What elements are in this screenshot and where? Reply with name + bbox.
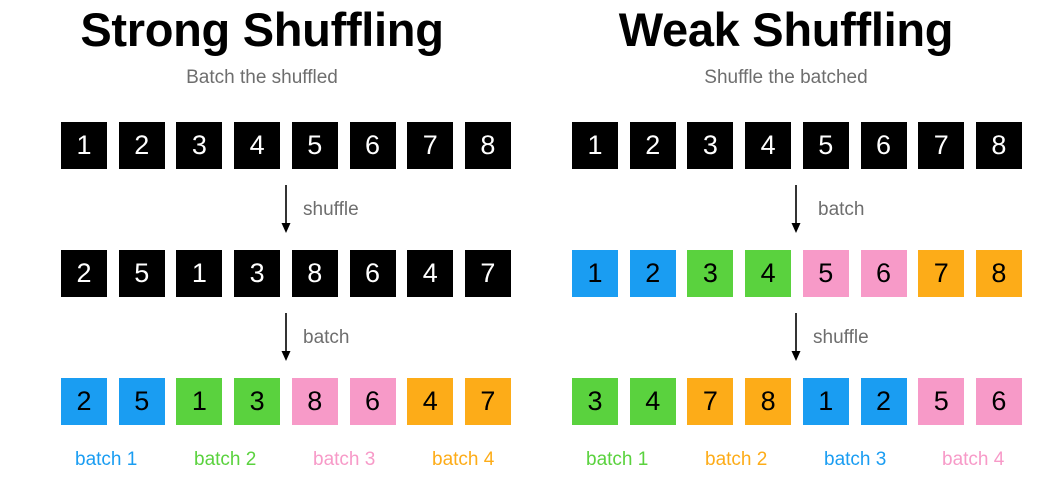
strong-original-box: 1: [61, 122, 107, 169]
strong-shuffled-row: 25138647: [61, 250, 511, 299]
strong-legend-batch-2: batch 2: [194, 449, 257, 470]
strong-batched-box: 2: [61, 378, 107, 425]
weak-batched-box: 4: [745, 250, 792, 297]
strong-shuffled-box: 6: [349, 250, 396, 297]
weak-original-box: 5: [802, 122, 849, 169]
weak-legend-batch-1: batch 1: [586, 449, 649, 470]
weak-original-row: 12345678: [572, 122, 1022, 171]
weak-batched-box: 7: [918, 250, 965, 297]
weak-shuffling-title: Weak Shuffling: [618, 3, 954, 56]
weak-original-box: 1: [572, 122, 618, 169]
strong-shuffled-box: 2: [61, 250, 107, 297]
weak-shuffled-box: 7: [687, 378, 734, 425]
weak-batched-box: 5: [802, 250, 849, 297]
strong-original-box: 7: [407, 122, 454, 169]
weak-shuffled-row: 34781256: [572, 378, 1022, 427]
strong-original-box: 6: [349, 122, 396, 169]
weak-shuffled-box: 4: [629, 378, 676, 425]
strong-original-row: 12345678: [61, 122, 511, 171]
weak-batched-box: 2: [629, 250, 676, 297]
strong-shuffled-box: 1: [176, 250, 223, 297]
weak-legend-batch-2: batch 2: [705, 449, 768, 470]
weak-shuffled-box: 2: [860, 378, 907, 425]
strong-shuffle-arrow-icon: [281, 185, 291, 233]
strong-shuffled-box: 5: [118, 250, 165, 297]
strong-batched-box: 8: [291, 378, 338, 425]
weak-shuffled-box: 5: [918, 378, 965, 425]
weak-batch-arrow-icon: [791, 185, 801, 233]
strong-batched-box: 6: [349, 378, 396, 425]
weak-original-box: 6: [860, 122, 907, 169]
strong-batch-arrow-icon: [281, 313, 291, 361]
weak-shuffled-box: 3: [572, 378, 618, 425]
weak-step-label-batch: batch: [818, 199, 865, 220]
strong-step-label-batch: batch: [303, 327, 350, 348]
weak-original-box: 2: [629, 122, 676, 169]
weak-shuffled-box: 8: [745, 378, 792, 425]
weak-original-box: 4: [745, 122, 792, 169]
strong-batched-box: 7: [464, 378, 511, 425]
strong-original-box: 8: [464, 122, 511, 169]
strong-original-box: 3: [176, 122, 223, 169]
weak-legend-batch-3: batch 3: [824, 449, 887, 470]
strong-shuffling-panel: Strong Shuffling Batch the shuffled 1234…: [0, 0, 524, 492]
strong-batched-box: 3: [234, 378, 281, 425]
weak-shuffling-subtitle: Shuffle the batched: [704, 67, 868, 88]
strong-legend-batch-1: batch 1: [75, 449, 138, 470]
strong-batched-box: 4: [407, 378, 454, 425]
weak-batched-box: 1: [572, 250, 618, 297]
weak-original-box: 8: [975, 122, 1022, 169]
weak-batched-box: 6: [860, 250, 907, 297]
strong-shuffled-box: 3: [234, 250, 281, 297]
weak-shuffle-arrow-icon: [791, 313, 801, 361]
strong-batched-row: 25138647: [61, 378, 511, 427]
strong-step-label-shuffle: shuffle: [303, 199, 359, 220]
weak-legend-batch-4: batch 4: [942, 449, 1005, 470]
strong-original-box: 2: [118, 122, 165, 169]
weak-original-box: 3: [687, 122, 734, 169]
strong-legend-batch-3: batch 3: [313, 449, 376, 470]
strong-shuffled-box: 7: [464, 250, 511, 297]
strong-original-box: 4: [234, 122, 281, 169]
strong-batched-box: 1: [176, 378, 223, 425]
weak-shuffling-panel: Weak Shuffling Shuffle the batched 12345…: [524, 0, 1048, 492]
weak-shuffled-box: 1: [802, 378, 849, 425]
weak-batched-box: 8: [975, 250, 1022, 297]
weak-step-label-shuffle: shuffle: [813, 327, 869, 348]
weak-shuffled-box: 6: [975, 378, 1022, 425]
strong-shuffled-box: 8: [291, 250, 338, 297]
weak-batched-box: 3: [687, 250, 734, 297]
strong-shuffling-subtitle: Batch the shuffled: [186, 67, 338, 88]
weak-batched-row: 12345678: [572, 250, 1022, 299]
strong-shuffling-title: Strong Shuffling: [80, 3, 444, 56]
strong-shuffled-box: 4: [407, 250, 454, 297]
weak-original-box: 7: [918, 122, 965, 169]
strong-original-box: 5: [291, 122, 338, 169]
strong-batched-box: 5: [118, 378, 165, 425]
